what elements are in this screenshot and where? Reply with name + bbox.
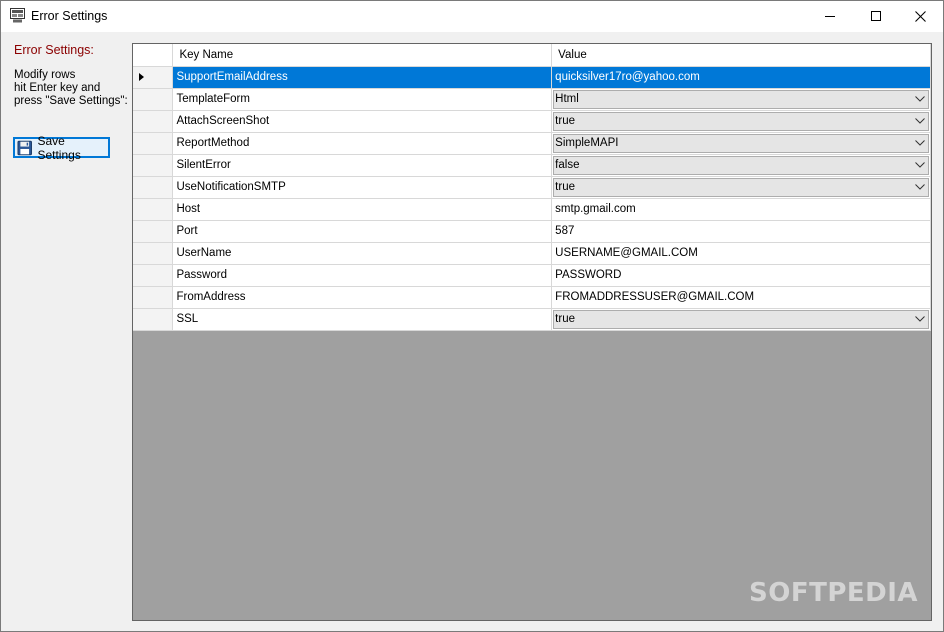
value-dropdown[interactable]: SimpleMAPI — [553, 133, 929, 153]
key-name-cell[interactable]: Password — [172, 264, 553, 287]
softpedia-watermark: SOFTPEDIA — [749, 578, 919, 608]
dropdown-value: false — [555, 158, 580, 171]
table-row[interactable]: SilentError false — [133, 154, 931, 177]
table-row[interactable]: UserName USERNAME@GMAIL.COM — [133, 242, 931, 265]
value-dropdown[interactable]: Html — [553, 89, 929, 109]
maximize-button[interactable] — [853, 1, 899, 32]
row-header[interactable] — [133, 176, 174, 199]
title-bar[interactable]: Error Settings — [1, 1, 943, 32]
dropdown-value: SimpleMAPI — [555, 136, 619, 149]
minimize-button[interactable] — [807, 1, 853, 32]
key-name-cell[interactable]: FromAddress — [172, 286, 553, 309]
row-header[interactable] — [133, 242, 174, 265]
value-cell[interactable]: FROMADDRESSUSER@GMAIL.COM — [551, 286, 931, 309]
value-combo-cell[interactable]: true — [551, 176, 931, 199]
save-settings-button[interactable]: Save Settings — [13, 134, 110, 162]
value-combo-cell[interactable]: SimpleMAPI — [551, 132, 931, 155]
table-row[interactable]: Password PASSWORD — [133, 264, 931, 287]
dropdown-value: true — [555, 312, 575, 325]
close-icon — [914, 11, 926, 22]
table-row[interactable]: TemplateForm Html — [133, 88, 931, 111]
row-header[interactable] — [133, 264, 174, 287]
dropdown-value: true — [555, 180, 575, 193]
floppy-disk-icon — [17, 140, 32, 155]
save-settings-label: Save Settings — [37, 133, 81, 162]
chevron-down-icon[interactable] — [911, 311, 928, 328]
column-header-key-name[interactable]: Key Name — [172, 44, 553, 67]
column-header-value[interactable]: Value — [551, 44, 931, 67]
error-settings-window: Error Settings Error Settings: Modify ro… — [0, 0, 944, 632]
dropdown-value: Html — [555, 92, 579, 105]
current-row-arrow-icon — [139, 73, 144, 81]
value-combo-cell[interactable]: true — [551, 308, 931, 331]
row-header[interactable] — [133, 308, 174, 331]
row-header[interactable] — [133, 132, 174, 155]
value-dropdown[interactable]: true — [553, 177, 929, 197]
chevron-down-icon[interactable] — [911, 113, 928, 130]
key-name-cell[interactable]: SilentError — [172, 154, 553, 177]
value-dropdown[interactable]: true — [553, 309, 929, 329]
table-row[interactable]: UseNotificationSMTP true — [133, 176, 931, 199]
value-dropdown[interactable]: true — [553, 111, 929, 131]
chevron-down-icon[interactable] — [911, 135, 928, 152]
key-name-cell[interactable]: TemplateForm — [172, 88, 553, 111]
chevron-down-icon[interactable] — [911, 91, 928, 108]
row-header[interactable] — [133, 88, 174, 111]
value-combo-cell[interactable]: false — [551, 154, 931, 177]
value-cell[interactable]: 587 — [551, 220, 931, 243]
row-header[interactable] — [133, 220, 174, 243]
value-dropdown[interactable]: false — [553, 155, 929, 175]
value-cell[interactable]: quicksilver17ro@yahoo.com — [551, 66, 931, 89]
table-row[interactable]: ReportMethod SimpleMAPI — [133, 132, 931, 155]
table-row[interactable]: SupportEmailAddress quicksilver17ro@yahoo… — [133, 66, 931, 89]
minimize-icon — [824, 16, 835, 17]
error-settings-label: Error Settings: — [14, 43, 94, 57]
row-header[interactable] — [133, 154, 174, 177]
value-cell[interactable]: USERNAME@GMAIL.COM — [551, 242, 931, 265]
table-row[interactable]: Port 587 — [133, 220, 931, 243]
key-name-cell[interactable]: UseNotificationSMTP — [172, 176, 553, 199]
table-row[interactable]: AttachScreenShot true — [133, 110, 931, 133]
value-combo-cell[interactable]: true — [551, 110, 931, 133]
key-name-cell[interactable]: SSL — [172, 308, 553, 331]
table-row[interactable]: FromAddress FROMADDRESSUSER@GMAIL.COM — [133, 286, 931, 309]
dropdown-value: true — [555, 114, 575, 127]
chevron-down-icon[interactable] — [911, 157, 928, 174]
key-name-cell[interactable]: SupportEmailAddress — [172, 66, 553, 89]
maximize-icon — [870, 11, 881, 21]
row-header[interactable] — [133, 110, 174, 133]
instructions-label: Modify rows hit Enter key and press "Sav… — [14, 69, 128, 107]
value-cell[interactable]: smtp.gmail.com — [551, 198, 931, 221]
table-row[interactable]: SSL true — [133, 308, 931, 331]
row-header[interactable] — [133, 66, 174, 89]
row-header[interactable] — [133, 198, 174, 221]
key-name-cell[interactable]: Port — [172, 220, 553, 243]
key-name-cell[interactable]: ReportMethod — [172, 132, 553, 155]
table-row[interactable]: Host smtp.gmail.com — [133, 198, 931, 221]
value-combo-cell[interactable]: Html — [551, 88, 931, 111]
row-header[interactable] — [133, 286, 174, 309]
settings-table: Key Name Value SupportEmailAddress quicks… — [133, 44, 931, 331]
value-cell[interactable]: PASSWORD — [551, 264, 931, 287]
close-button[interactable] — [897, 1, 943, 32]
chevron-down-icon[interactable] — [911, 179, 928, 196]
key-name-cell[interactable]: Host — [172, 198, 553, 221]
window-title: Error Settings — [31, 9, 108, 23]
app-icon — [10, 8, 25, 23]
key-name-cell[interactable]: UserName — [172, 242, 553, 265]
settings-grid[interactable]: Key Name Value SupportEmailAddress quicks… — [132, 43, 932, 621]
key-name-cell[interactable]: AttachScreenShot — [172, 110, 553, 133]
grid-header-row: Key Name Value — [133, 44, 931, 67]
grid-corner[interactable] — [133, 44, 174, 67]
